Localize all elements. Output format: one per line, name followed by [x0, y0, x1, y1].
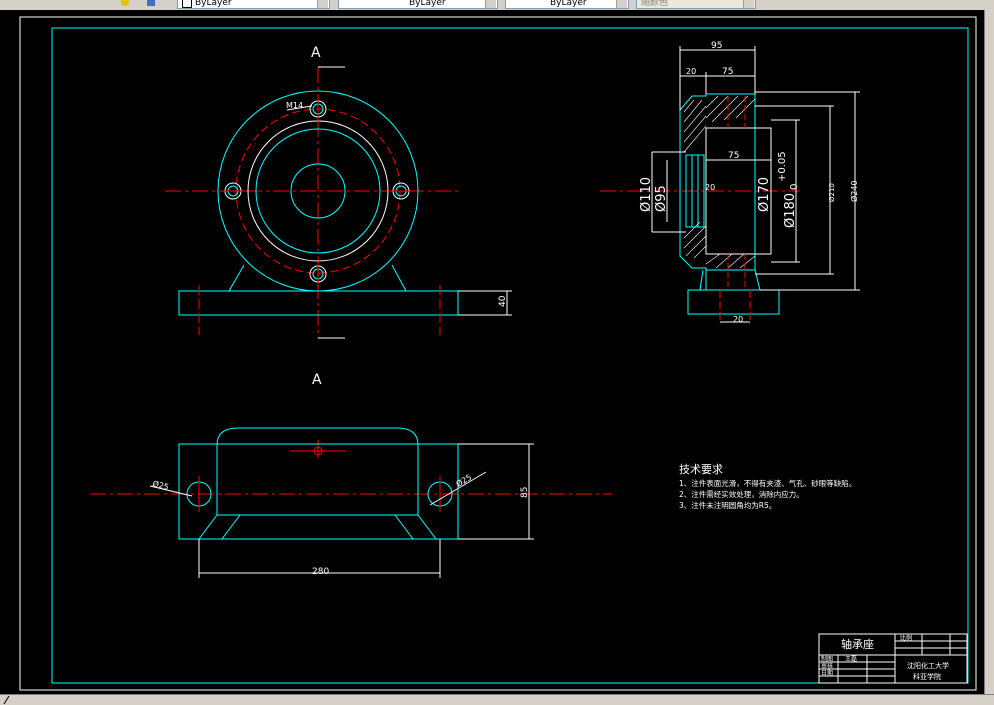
color-swatch-icon: [182, 0, 192, 8]
plotstyle-dropdown-value: 随颜色: [641, 0, 669, 8]
dim-75-inner: 75: [728, 151, 739, 161]
chevron-down-icon[interactable]: [485, 0, 496, 8]
chevron-down-icon[interactable]: [317, 0, 328, 8]
dim-85: 85: [520, 487, 530, 498]
title-row3-label: 日期: [821, 669, 833, 677]
tech-req-item-1: 1、注件表面光滑，不得有夹渣、气孔、砂眼等缺陷。: [679, 478, 856, 488]
linetype-dropdown-value: ByLayer: [409, 0, 446, 8]
layer-state-icon[interactable]: [120, 0, 132, 8]
dim-20-top: 20: [686, 67, 696, 76]
dim-280: 280: [312, 567, 329, 577]
horizontal-scrollbar[interactable]: [0, 694, 994, 705]
chevron-down-icon[interactable]: [743, 0, 754, 8]
dim-phi110: Ø110: [639, 177, 654, 212]
dim-75-top: 75: [722, 67, 733, 77]
plotstyle-dropdown[interactable]: 随颜色: [636, 0, 756, 9]
view-label-top: A: [311, 45, 321, 61]
chevron-down-icon[interactable]: [616, 0, 627, 8]
dim-phi180-tol-lower: 0: [789, 184, 800, 190]
layer-previous-icon[interactable]: [145, 0, 157, 8]
drawing-canvas[interactable]: A A M14 40 95 20 75 75 20 20 Ø110 Ø95 Ø1…: [0, 10, 984, 694]
dim-phi170: Ø170: [757, 177, 772, 212]
tech-req-item-2: 2、注件需经实效处理，消除内应力。: [679, 489, 804, 499]
dim-95: 95: [711, 41, 722, 51]
dim-20-inner: 20: [705, 183, 715, 192]
view-label-bottom: A: [312, 372, 322, 388]
dim-20-bottom: 20: [733, 315, 743, 324]
title-part-name: 轴承座: [841, 637, 874, 651]
linetype-dropdown[interactable]: ByLayer: [338, 0, 498, 9]
tech-req-title: 技术要求: [679, 463, 723, 476]
dim-phi180-tol-upper: +0.05: [777, 151, 788, 182]
title-row1-label: 制图: [821, 655, 833, 663]
lineweight-dropdown[interactable]: ByLayer: [505, 0, 629, 9]
title-row1-name: 王磊: [845, 656, 857, 663]
dim-40: 40: [498, 295, 508, 307]
color-dropdown[interactable]: ByLayer: [177, 0, 330, 9]
dim-phi240: Ø240: [849, 180, 859, 202]
dim-phi180: Ø180: [783, 193, 798, 228]
title-school: 沈阳化工大学: [907, 661, 949, 670]
dim-phi95: Ø95: [654, 185, 669, 212]
color-dropdown-value: ByLayer: [195, 0, 232, 8]
lineweight-dropdown-value: ByLayer: [550, 0, 587, 8]
title-dept: 科亚学院: [913, 672, 941, 681]
dim-phi210: Ø210: [828, 183, 836, 202]
title-row2-label: 审核: [821, 662, 833, 670]
vertical-scrollbar[interactable]: [984, 10, 994, 694]
tech-req-item-3: 3、注件未注明圆角均为R5。: [679, 500, 776, 510]
dim-m14: M14: [286, 101, 303, 110]
title-scale-label: 比例: [900, 634, 912, 642]
